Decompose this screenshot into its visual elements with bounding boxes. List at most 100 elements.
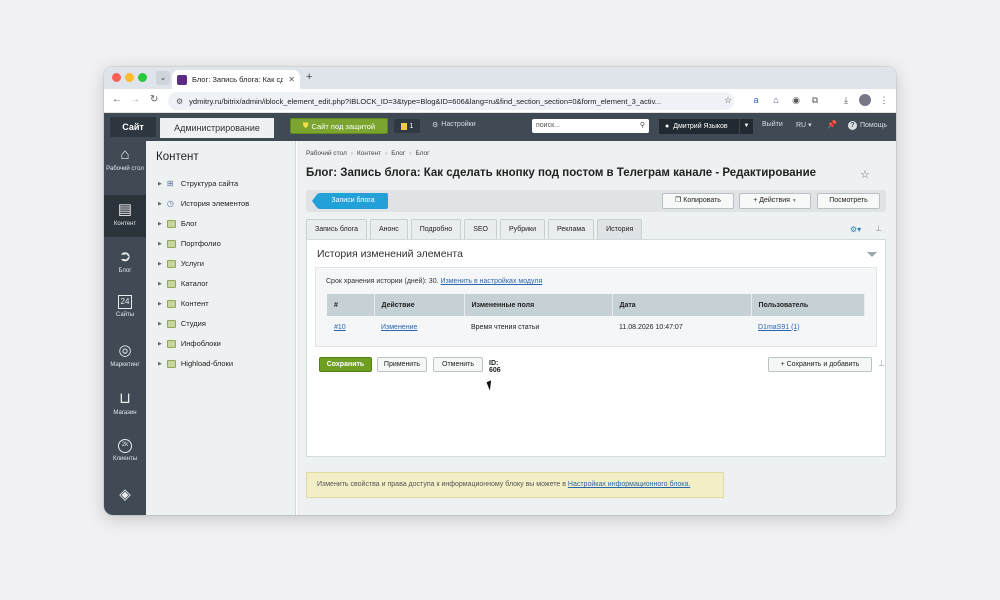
apply-button[interactable]: Применить [377, 357, 427, 372]
expand-arrow-icon[interactable]: ▶ [158, 321, 162, 327]
view-button[interactable]: Посмотреть [817, 193, 880, 209]
expand-arrow-icon[interactable]: ▶ [158, 341, 162, 347]
column-header[interactable]: Действие [374, 294, 465, 316]
close-tab-icon[interactable]: ✕ [288, 75, 295, 84]
pin-buttons-icon[interactable]: ⊥ [878, 359, 885, 368]
tab-settings-gear-icon[interactable]: ⚙▾ [850, 225, 861, 234]
house-extension-icon[interactable]: ⌂ [770, 94, 782, 106]
sidebar-item-clients[interactable]: 2k Клиенты [104, 439, 146, 463]
site-button[interactable]: Сайт [110, 117, 156, 137]
expand-arrow-icon[interactable]: ▶ [158, 181, 162, 187]
copy-label: Копировать [683, 197, 721, 204]
tab-ads[interactable]: Реклама [548, 219, 595, 239]
breadcrumb-link[interactable]: Рабочий стол [306, 150, 347, 157]
notification-count: 1 [409, 122, 414, 130]
tree-item-label: Портфолио [180, 239, 221, 248]
tree-item[interactable]: ▶ Портфолио [158, 239, 221, 248]
tree-item[interactable]: ▶ Каталог [158, 279, 208, 288]
settings-link[interactable]: ⚙ Настройки [432, 121, 476, 129]
pin-tabs-icon[interactable]: ⊥ [875, 224, 882, 233]
sidebar-item-marketing[interactable]: ◎ Маркетинг [104, 343, 146, 369]
history-user-link[interactable]: D1maS91 (1) [758, 324, 800, 331]
notifications-button[interactable]: 1 [394, 119, 420, 133]
camera-extension-icon[interactable]: ◉ [790, 94, 802, 106]
column-header[interactable]: # [327, 294, 375, 316]
history-action-link[interactable]: Изменение [381, 324, 417, 331]
pin-icon[interactable]: 📌 [827, 120, 837, 129]
blog-records-button[interactable]: Записи блога [312, 193, 388, 209]
sidebar-item-sites[interactable]: 24 Сайты [104, 295, 146, 319]
admin-search-input[interactable]: поиск... ⚲ [532, 119, 649, 133]
sidebar-item-desktop[interactable]: ⌂ Рабочий стол [104, 147, 146, 173]
breadcrumb-link[interactable]: Блог [415, 150, 429, 157]
collapse-triangle-icon[interactable] [867, 252, 877, 257]
sidebar-item-content[interactable]: ▤ Контент [104, 195, 146, 237]
forward-icon[interactable]: → [130, 94, 140, 105]
tab-seo[interactable]: SEO [464, 219, 497, 239]
extensions-icon[interactable]: ⧉ [809, 94, 821, 106]
translate-extension-icon[interactable]: a [750, 94, 762, 106]
expand-arrow-icon[interactable]: ▶ [158, 241, 162, 247]
admin-button[interactable]: Администрирование [160, 118, 274, 138]
reload-icon[interactable]: ↻ [150, 94, 158, 105]
user-menu-button[interactable]: ● Дмитрий Языков ▼ [659, 119, 753, 134]
profile-avatar-icon[interactable] [859, 94, 871, 106]
browser-menu-icon[interactable]: ⋮ [878, 94, 890, 106]
browser-tab[interactable]: Блог: Запись блога: Как сдела ✕ [172, 70, 300, 89]
expand-arrow-icon[interactable]: ▶ [158, 361, 162, 367]
tree-item[interactable]: ▶ Услуги [158, 259, 204, 268]
save-button[interactable]: Сохранить [319, 357, 372, 372]
download-icon[interactable]: ⤓ [840, 94, 852, 106]
site-protected-button[interactable]: ⛊ Сайт под защитой [290, 118, 388, 134]
tree-item-label: Контент [180, 299, 209, 308]
cancel-button[interactable]: Отменить [433, 357, 483, 372]
iblock-settings-link[interactable]: Настройках информационного блока. [568, 481, 690, 488]
tree-item[interactable]: ▶ Студия [158, 319, 206, 328]
tab-categories[interactable]: Рубрики [499, 219, 546, 239]
expand-arrow-icon[interactable]: ▶ [158, 301, 162, 307]
tree-item[interactable]: ▶ Контент [158, 299, 209, 308]
expand-arrow-icon[interactable]: ▶ [158, 281, 162, 287]
tree-item[interactable]: ▶ ◷ История элементов [158, 199, 249, 208]
save-and-add-button[interactable]: + Сохранить и добавить [768, 357, 872, 372]
tab-blog-record[interactable]: Запись блога [306, 219, 367, 239]
tab-details[interactable]: Подробно [410, 219, 462, 239]
expand-arrow-icon[interactable]: ▶ [158, 201, 162, 207]
tab-list-button[interactable]: ⌄ [156, 71, 170, 85]
favorite-star-icon[interactable]: ☆ [860, 168, 870, 181]
sidebar-item-blog[interactable]: ➲ Блог [104, 249, 146, 275]
close-window-button[interactable] [112, 73, 121, 82]
column-header[interactable]: Пользователь [751, 294, 865, 316]
minimize-window-button[interactable] [125, 73, 134, 82]
column-header[interactable]: Измененные поля [464, 294, 613, 316]
search-icon[interactable]: ⚲ [640, 119, 645, 133]
url-bar[interactable]: ⚙ ydmitry.ru/bitrix/admin/iblock_element… [168, 92, 734, 110]
module-settings-link[interactable]: Изменить в настройках модуля [440, 278, 542, 285]
sidebar-item-more[interactable]: ◈ [104, 487, 146, 506]
tree-item[interactable]: ▶ Highload-блоки [158, 359, 233, 368]
breadcrumb-link[interactable]: Контент [357, 150, 381, 157]
tree-item[interactable]: ▶ Инфоблоки [158, 339, 221, 348]
tree-item[interactable]: ▶ Блог [158, 219, 197, 228]
tree-item[interactable]: ▶ ⊞ Структура сайта [158, 179, 238, 188]
column-header[interactable]: Дата [612, 294, 752, 316]
logout-link[interactable]: Выйти [762, 121, 783, 128]
expand-arrow-icon[interactable]: ▶ [158, 221, 162, 227]
breadcrumb-link[interactable]: Блог [391, 150, 405, 157]
new-tab-button[interactable]: + [306, 71, 312, 83]
actions-dropdown[interactable]: + Действия ▼ [739, 193, 811, 209]
expand-arrow-icon[interactable]: ▶ [158, 261, 162, 267]
maximize-window-button[interactable] [138, 73, 147, 82]
site-settings-icon[interactable]: ⚙ [176, 97, 183, 106]
history-number-link[interactable]: #10 [334, 324, 346, 331]
copy-button[interactable]: ❐ Копировать [662, 193, 734, 209]
tab-announce[interactable]: Анонс [369, 219, 408, 239]
folder-icon [166, 219, 176, 228]
back-icon[interactable]: ← [112, 94, 122, 105]
help-link[interactable]: ? Помощь [848, 121, 887, 130]
sidebar-item-shop[interactable]: ⊔ Магазин [104, 391, 146, 417]
chevron-down-icon[interactable]: ▼ [739, 119, 753, 134]
language-selector[interactable]: RU ▾ [796, 121, 812, 129]
bookmark-star-icon[interactable]: ☆ [722, 94, 734, 106]
tab-history[interactable]: История [597, 219, 643, 239]
